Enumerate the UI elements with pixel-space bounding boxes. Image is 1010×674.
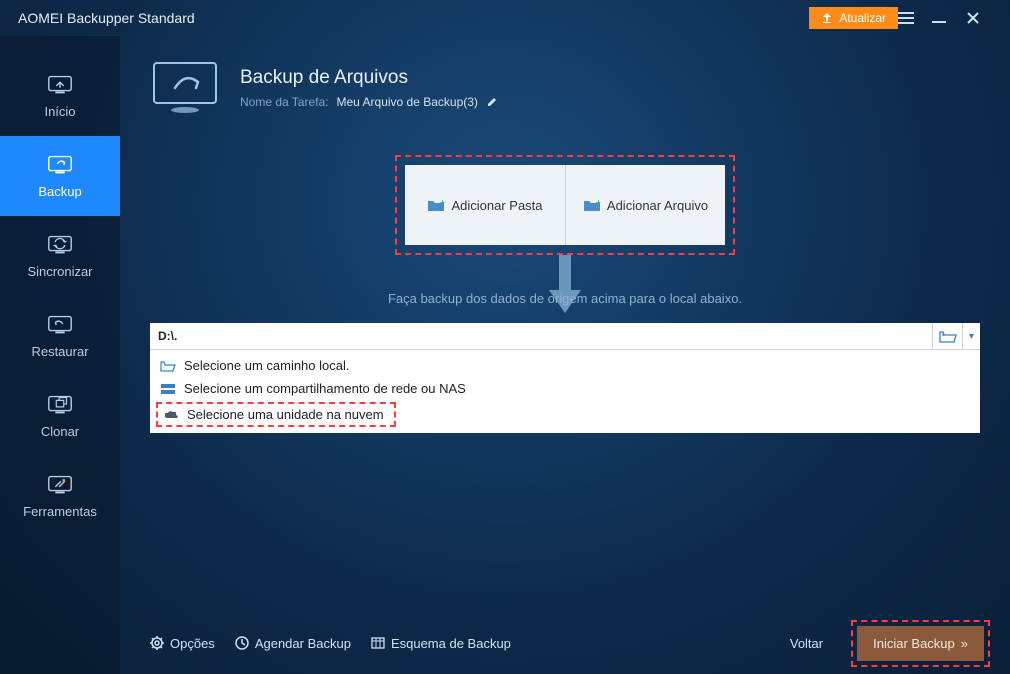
task-name-row: Nome da Tarefa: Meu Arquivo de Backup(3) xyxy=(240,95,498,109)
add-folder-button[interactable]: + Adicionar Pasta xyxy=(405,165,565,245)
options-label: Opções xyxy=(170,636,215,651)
options-button[interactable]: Opções xyxy=(150,636,215,651)
start-backup-label: Iniciar Backup xyxy=(873,636,955,651)
sidebar-item-clone[interactable]: Clonar xyxy=(0,376,120,456)
nas-icon xyxy=(160,383,176,395)
schedule-label: Agendar Backup xyxy=(255,636,351,651)
destination-option-label: Selecione uma unidade na nuvem xyxy=(187,407,384,422)
close-button[interactable] xyxy=(966,11,1000,25)
destination-option-local[interactable]: Selecione um caminho local. xyxy=(150,354,980,377)
destination-option-cloud[interactable]: Selecione uma unidade na nuvem xyxy=(159,405,388,424)
app-title: AOMEI Backupper Standard xyxy=(18,10,195,26)
clone-icon xyxy=(46,394,74,416)
main-content: Backup de Arquivos Nome da Tarefa: Meu A… xyxy=(120,36,1010,674)
page-title: Backup de Arquivos xyxy=(240,67,498,89)
file-plus-icon: + xyxy=(583,198,601,212)
footer-bar: Opções Agendar Backup Esquema de Backup … xyxy=(120,612,1010,674)
restore-icon xyxy=(46,314,74,336)
upload-icon xyxy=(821,12,833,24)
destination-dropdown-button[interactable]: ▾ xyxy=(962,323,980,349)
folder-plus-icon: + xyxy=(427,198,445,212)
source-select-highlight: + Adicionar Pasta + Adicionar Arquivo xyxy=(395,155,735,255)
scheme-label: Esquema de Backup xyxy=(391,636,511,651)
sidebar-item-label: Ferramentas xyxy=(23,504,97,519)
start-backup-button[interactable]: Iniciar Backup » xyxy=(857,626,984,661)
backup-icon xyxy=(46,154,74,176)
scheme-button[interactable]: Esquema de Backup xyxy=(371,636,511,651)
sidebar-item-home[interactable]: Início xyxy=(0,56,120,136)
app-window: AOMEI Backupper Standard Atualizar Iníci… xyxy=(0,0,1010,674)
upgrade-label: Atualizar xyxy=(839,11,886,25)
sidebar-item-label: Restaurar xyxy=(31,344,88,359)
add-file-button[interactable]: + Adicionar Arquivo xyxy=(565,165,725,245)
flow-arrow-icon xyxy=(545,255,585,315)
folder-open-icon xyxy=(160,360,176,372)
sidebar-item-label: Início xyxy=(44,104,75,119)
destination-option-cloud-highlight: Selecione uma unidade na nuvem xyxy=(156,402,396,427)
destination-path-row: D:\. ▾ xyxy=(150,323,980,349)
sidebar-item-restore[interactable]: Restaurar xyxy=(0,296,120,376)
cloud-icon xyxy=(163,409,179,421)
destination-option-nas[interactable]: Selecione um compartilhamento de rede ou… xyxy=(150,377,980,400)
sidebar-item-label: Clonar xyxy=(41,424,79,439)
task-name-value: Meu Arquivo de Backup(3) xyxy=(337,95,478,109)
home-icon xyxy=(46,74,74,96)
page-header: Backup de Arquivos Nome da Tarefa: Meu A… xyxy=(150,60,980,115)
task-label: Nome da Tarefa: xyxy=(240,95,329,109)
file-backup-hero-icon xyxy=(150,60,220,115)
sidebar-item-label: Backup xyxy=(38,184,81,199)
schedule-button[interactable]: Agendar Backup xyxy=(235,636,351,651)
start-backup-highlight: Iniciar Backup » xyxy=(851,620,990,667)
sidebar-item-sync[interactable]: Sincronizar xyxy=(0,216,120,296)
svg-text:+: + xyxy=(596,198,601,207)
upgrade-button[interactable]: Atualizar xyxy=(809,7,898,29)
destination-panel: D:\. ▾ Selecione um caminho local. xyxy=(150,323,980,433)
sidebar-item-backup[interactable]: Backup xyxy=(0,136,120,216)
chevron-right-icon: » xyxy=(961,636,968,651)
destination-option-label: Selecione um caminho local. xyxy=(184,358,349,373)
source-hint-text: Faça backup dos dados de origem acima pa… xyxy=(388,291,742,306)
destination-options-list: Selecione um caminho local. Selecione um… xyxy=(150,349,980,433)
destination-option-label: Selecione um compartilhamento de rede ou… xyxy=(184,381,466,396)
sidebar: Início Backup Sincronizar Restaurar Clon… xyxy=(0,36,120,674)
titlebar: AOMEI Backupper Standard Atualizar xyxy=(0,0,1010,36)
tools-icon xyxy=(46,474,74,496)
svg-text:+: + xyxy=(440,198,445,207)
scheme-icon xyxy=(371,636,385,650)
clock-icon xyxy=(235,636,249,650)
minimize-button[interactable] xyxy=(932,11,966,25)
destination-path-value: D:\. xyxy=(158,329,177,343)
sidebar-item-tools[interactable]: Ferramentas xyxy=(0,456,120,536)
gear-icon xyxy=(150,636,164,650)
add-file-label: Adicionar Arquivo xyxy=(607,198,708,213)
edit-task-name-button[interactable] xyxy=(486,96,498,108)
sidebar-item-label: Sincronizar xyxy=(27,264,92,279)
add-folder-label: Adicionar Pasta xyxy=(451,198,542,213)
back-button[interactable]: Voltar xyxy=(790,636,823,651)
browse-destination-button[interactable] xyxy=(932,323,962,349)
menu-button[interactable] xyxy=(898,12,932,24)
sync-icon xyxy=(46,234,74,256)
